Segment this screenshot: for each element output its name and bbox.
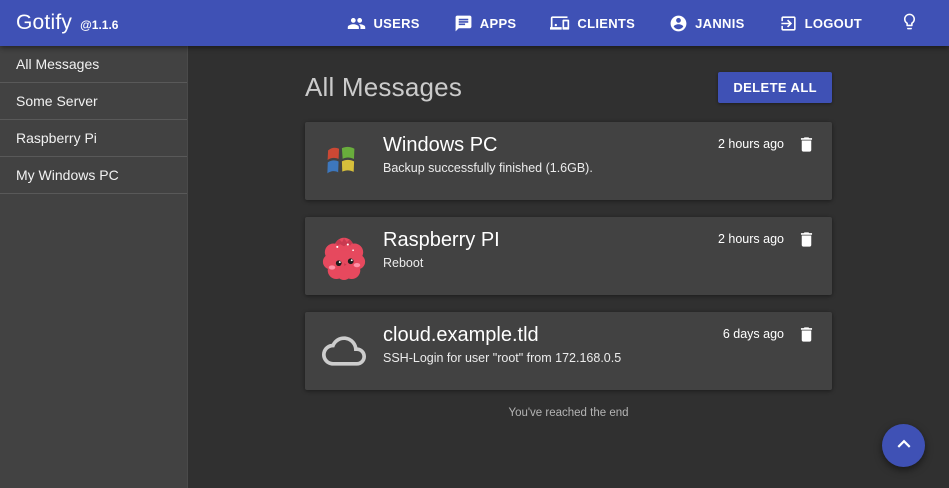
trash-icon (797, 325, 816, 347)
message-body: Reboot (383, 256, 718, 272)
nav-clients-label: CLIENTS (577, 16, 635, 31)
page-title: All Messages (305, 72, 462, 103)
lightbulb-icon (900, 12, 919, 34)
message-timestamp: 6 days ago (723, 325, 784, 341)
message-timestamp: 2 hours ago (718, 230, 784, 246)
sidebar-item-label: My Windows PC (16, 167, 119, 183)
app-version: @1.1.6 (80, 18, 118, 32)
chevron-up-icon (891, 431, 917, 460)
app-header: Gotify @1.1.6 USERS APPS CLIENTS JANNIS … (0, 0, 949, 46)
delete-message-button[interactable] (797, 135, 816, 157)
message-card: Windows PC Backup successfully finished … (305, 122, 832, 200)
message-card: cloud.example.tld SSH-Login for user "ro… (305, 312, 832, 390)
raspberry-logo (321, 232, 367, 280)
account-circle-icon (669, 14, 688, 33)
sidebar-item-label: Some Server (16, 93, 98, 109)
message-body: SSH-Login for user "root" from 172.168.0… (383, 351, 723, 367)
brand: Gotify @1.1.6 (16, 11, 118, 35)
nav-clients-button[interactable]: CLIENTS (548, 7, 637, 39)
clients-devices-icon (550, 13, 570, 33)
windows-logo (321, 137, 367, 185)
delete-message-button[interactable] (797, 230, 816, 252)
logout-icon (779, 14, 798, 33)
sidebar-item-my-windows-pc[interactable]: My Windows PC (0, 157, 187, 194)
message-title: Raspberry PI (383, 228, 718, 252)
sidebar-item-some-server[interactable]: Some Server (0, 83, 187, 120)
delete-all-button[interactable]: DELETE ALL (718, 72, 832, 103)
users-icon (347, 14, 366, 33)
top-navigation: USERS APPS CLIENTS JANNIS LOGOUT (345, 6, 925, 40)
nav-account-label: JANNIS (695, 16, 744, 31)
main-area: All Messages DELETE ALL Windows PC Backu… (188, 46, 949, 488)
nav-apps-button[interactable]: APPS (452, 8, 519, 39)
message-card: Raspberry PI Reboot 2 hours ago (305, 217, 832, 295)
message-title: cloud.example.tld (383, 323, 723, 347)
nav-users-label: USERS (373, 16, 419, 31)
trash-icon (797, 135, 816, 157)
theme-toggle-button[interactable] (894, 6, 925, 40)
nav-logout-button[interactable]: LOGOUT (777, 8, 864, 39)
sidebar: All Messages Some Server Raspberry Pi My… (0, 46, 188, 488)
nav-apps-label: APPS (480, 16, 517, 31)
sidebar-item-label: All Messages (16, 56, 99, 72)
message-timestamp: 2 hours ago (718, 135, 784, 151)
sidebar-item-label: Raspberry Pi (16, 130, 97, 146)
end-of-list-text: You've reached the end (305, 407, 832, 419)
nav-users-button[interactable]: USERS (345, 8, 421, 39)
message-title: Windows PC (383, 133, 718, 157)
nav-user-account-button[interactable]: JANNIS (667, 8, 746, 39)
scroll-to-top-button[interactable] (882, 424, 925, 467)
message-body: Backup successfully finished (1.6GB). (383, 161, 718, 177)
app-title: Gotify (16, 11, 72, 35)
cloud-logo (321, 327, 367, 375)
sidebar-item-all-messages[interactable]: All Messages (0, 46, 187, 83)
delete-message-button[interactable] (797, 325, 816, 347)
trash-icon (797, 230, 816, 252)
nav-logout-label: LOGOUT (805, 16, 862, 31)
apps-chat-icon (454, 14, 473, 33)
sidebar-item-raspberry-pi[interactable]: Raspberry Pi (0, 120, 187, 157)
